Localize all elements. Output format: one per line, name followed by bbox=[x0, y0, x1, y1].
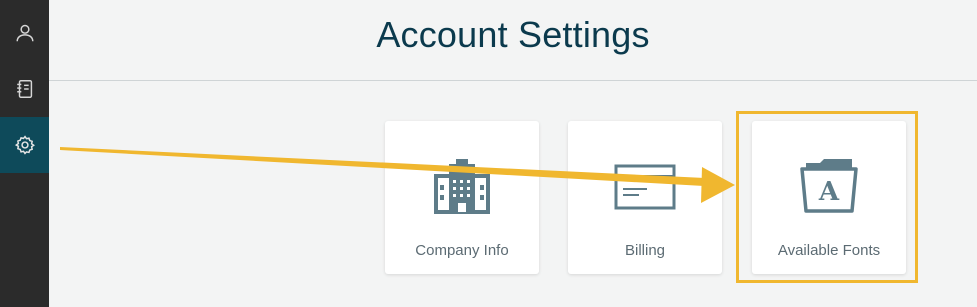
billing-card[interactable]: Billing bbox=[568, 121, 722, 274]
card-label: Billing bbox=[624, 242, 666, 259]
sidebar-item-settings[interactable] bbox=[0, 117, 49, 173]
card-label: Available Fonts bbox=[777, 242, 881, 259]
credit-card-icon bbox=[614, 164, 676, 210]
svg-text:A: A bbox=[818, 177, 840, 207]
page-title: Account Settings bbox=[376, 14, 650, 55]
gear-icon bbox=[14, 135, 35, 155]
sidebar-item-notebook[interactable] bbox=[0, 61, 49, 117]
sidebar bbox=[0, 0, 49, 307]
font-folder-icon: A bbox=[800, 159, 858, 213]
card-label: Company Info bbox=[415, 242, 509, 259]
company-info-card[interactable]: Company Info bbox=[385, 121, 539, 274]
user-icon bbox=[15, 24, 34, 42]
notebook-icon bbox=[16, 80, 32, 98]
header-divider bbox=[49, 80, 977, 81]
available-fonts-card[interactable]: A Available Fonts bbox=[752, 121, 906, 274]
building-icon bbox=[434, 159, 490, 214]
sidebar-item-profile[interactable] bbox=[0, 5, 49, 61]
